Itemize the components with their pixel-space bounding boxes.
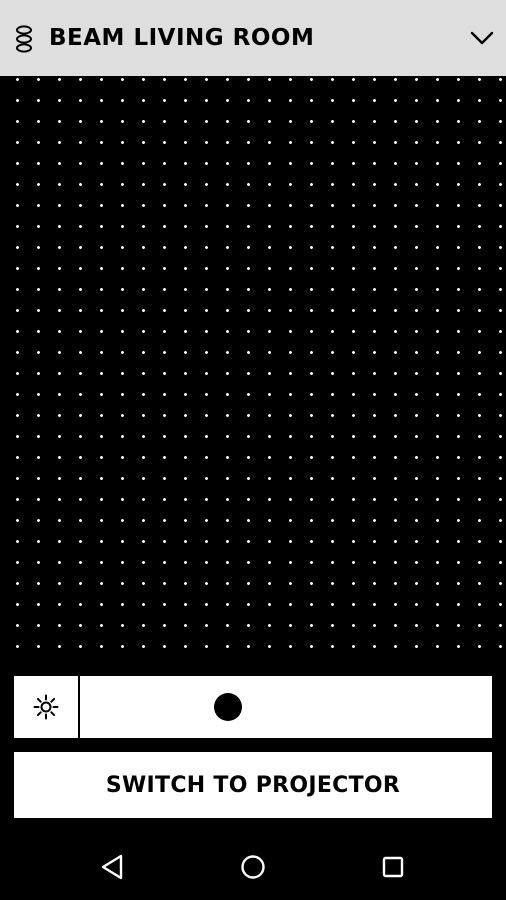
brightness-slider[interactable] [80, 676, 492, 738]
slider-thumb[interactable] [214, 693, 243, 721]
chevron-down-icon[interactable] [468, 24, 496, 52]
switch-to-projector-button[interactable]: SWITCH TO PROJECTOR [14, 752, 492, 818]
device-title: BEAM LIVING ROOM [49, 25, 315, 51]
android-nav-bar [0, 832, 506, 900]
back-triangle-icon[interactable] [96, 850, 130, 884]
brightness-icon-container [14, 676, 78, 738]
home-circle-icon[interactable] [236, 850, 270, 884]
recents-square-icon[interactable] [376, 850, 410, 884]
brightness-control [14, 676, 492, 738]
sun-icon [33, 694, 59, 720]
touchpad-area[interactable] [0, 76, 506, 660]
speaker-logo-icon [16, 25, 32, 53]
header-bar: BEAM LIVING ROOM [0, 0, 506, 76]
